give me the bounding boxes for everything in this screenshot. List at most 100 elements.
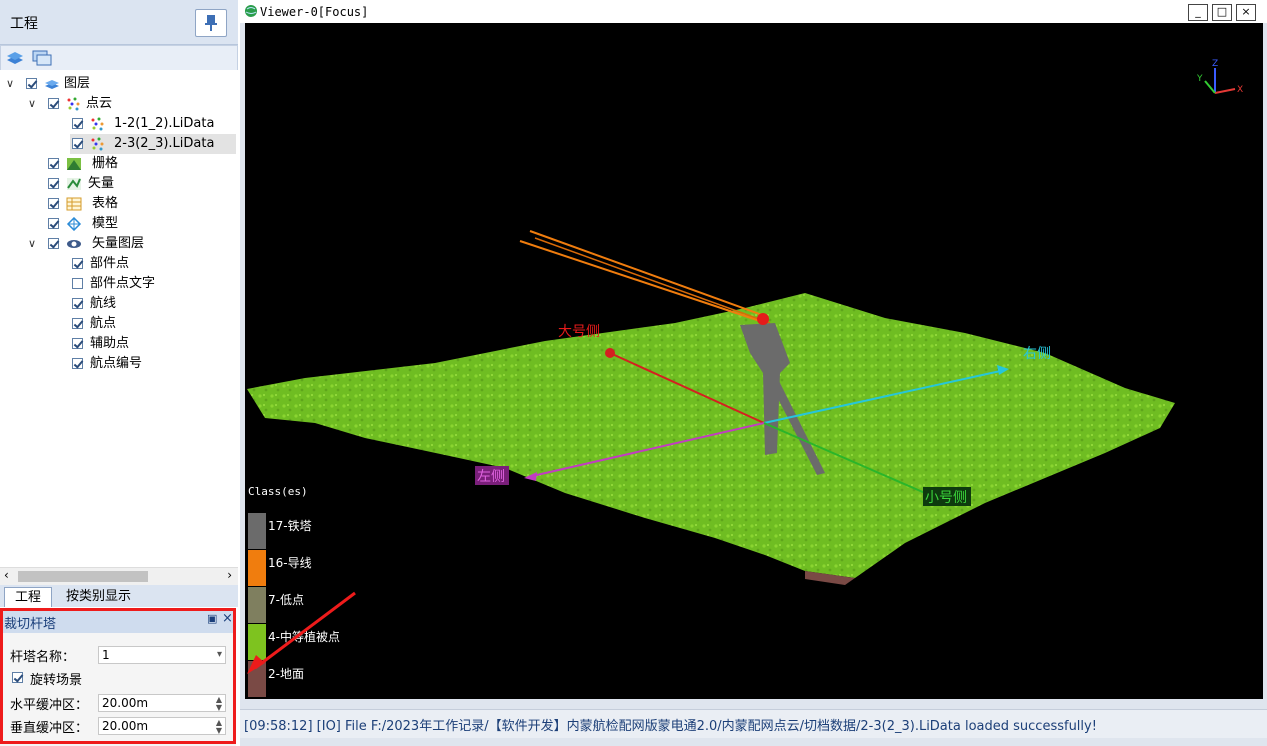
raster-checkbox[interactable]: [48, 158, 59, 169]
cut-tower-panel: 裁切杆塔 ▣ × 杆塔名称： 1 ▾ 旋转场景 水平缓冲区： 20.00m ▲ ▼…: [0, 609, 236, 746]
rotate-scene-checkbox[interactable]: [12, 672, 23, 683]
pin-button[interactable]: [195, 9, 227, 37]
axis-z-label: Z: [1212, 59, 1218, 69]
close-icon[interactable]: ×: [222, 611, 233, 626]
vector-layer-checkbox[interactable]: [48, 238, 59, 249]
tree-node-vector-layer[interactable]: ∨ 矢量图层: [0, 234, 236, 254]
v-buffer-value: 20.00m: [102, 719, 149, 733]
close-button[interactable]: ×: [1236, 4, 1256, 21]
viewer-window: Viewer-0[Focus] _ □ × Z X Y 大号侧 右侧 左侧 小号…: [240, 0, 1267, 746]
tree-node-label: 图层: [64, 76, 91, 91]
rotate-scene-label: 旋转场景: [30, 673, 83, 688]
tree-node-aux-point[interactable]: 辅助点: [0, 334, 236, 354]
waypoint-number-checkbox[interactable]: [72, 358, 83, 369]
globe-icon: [245, 5, 257, 17]
axis-y: [1204, 80, 1216, 94]
tower-name-value: 1: [102, 648, 110, 662]
spin-arrows-icon[interactable]: ▲ ▼: [216, 719, 222, 735]
legend-item-label: 16-导线: [268, 556, 312, 570]
tree-node-lidata-1-2[interactable]: 1-2(1_2).LiData: [0, 114, 236, 134]
small-side-label: 小号侧: [925, 490, 967, 506]
tower-name-label: 杆塔名称：: [10, 650, 76, 665]
tree-node-waypoint[interactable]: 航点: [0, 314, 236, 334]
tower-top-marker: [757, 313, 769, 325]
legend-title: Class(es): [248, 485, 308, 498]
legend-item-label: 17-铁塔: [268, 519, 312, 533]
scene-canvas[interactable]: Z X Y 大号侧 右侧 左侧 小号侧 Class(es) 17-铁塔 16-导…: [245, 23, 1263, 699]
viewer-title: Viewer-0[Focus]: [260, 5, 369, 19]
tree-node-label: 模型: [92, 216, 119, 231]
table-icon: [66, 197, 82, 211]
legend-swatch: [248, 550, 266, 586]
tree-node-part-point-text[interactable]: 部件点文字: [0, 274, 236, 294]
big-side-label: 大号侧: [558, 324, 600, 340]
legend-item-label: 2-地面: [268, 667, 304, 681]
part-point-text-checkbox[interactable]: [72, 278, 83, 289]
cut-tower-title: 裁切杆塔: [4, 617, 57, 632]
left-panel: 工程 ∨ 图层 ∨ 点云 1-2(1_2).LiData 2-3(2_3).Li…: [0, 0, 238, 746]
tree-node-label: 部件点: [90, 256, 130, 271]
tree-node-table[interactable]: 表格: [0, 194, 236, 214]
conductor-line: [529, 230, 766, 317]
tree-node-lidata-2-3[interactable]: 2-3(2_3).LiData: [70, 134, 236, 154]
model-icon: [66, 217, 82, 231]
tree-horizontal-scrollbar[interactable]: ‹ ›: [0, 567, 238, 585]
maximize-button[interactable]: □: [1212, 4, 1232, 21]
vector-checkbox[interactable]: [48, 178, 59, 189]
h-buffer-value: 20.00m: [102, 696, 149, 710]
tree-node-model[interactable]: 模型: [0, 214, 236, 234]
scroll-left-icon[interactable]: ‹: [4, 568, 9, 582]
tree-node-label: 栅格: [92, 156, 119, 171]
tree-node-point-cloud[interactable]: ∨ 点云: [0, 94, 236, 114]
pin-icon: [205, 15, 217, 31]
layers-checkbox[interactable]: [26, 78, 37, 89]
point-cloud-checkbox[interactable]: [48, 98, 59, 109]
layers-toolbar-icon[interactable]: [5, 49, 25, 67]
point-cloud-icon: [67, 97, 80, 111]
tree-node-label: 表格: [92, 196, 119, 211]
windows-toolbar-icon[interactable]: [31, 49, 53, 67]
model-checkbox[interactable]: [48, 218, 59, 229]
waypoint-checkbox[interactable]: [72, 318, 83, 329]
tree-node-vector[interactable]: 矢量: [0, 174, 236, 194]
status-bar: [09:58:12] [IO] File F:/2023年工作记录/【软件开发】…: [240, 709, 1267, 738]
tree-node-layers[interactable]: ∨ 图层: [0, 74, 236, 94]
tab-by-category[interactable]: 按类别显示: [56, 587, 141, 606]
expand-chevron-icon[interactable]: ∨: [28, 234, 40, 254]
part-point-checkbox[interactable]: [72, 258, 83, 269]
h-buffer-spinbox[interactable]: 20.00m ▲ ▼: [98, 694, 226, 712]
vector-icon: [67, 178, 81, 190]
tree-node-label: 2-3(2_3).LiData: [114, 136, 215, 151]
legend-swatch: [248, 624, 266, 660]
chevron-down-icon: ▾: [216, 649, 222, 660]
tree-node-label: 矢量: [88, 176, 115, 191]
tree-node-raster[interactable]: 栅格: [0, 154, 236, 174]
tab-project[interactable]: 工程: [4, 587, 53, 607]
layer-tree: ∨ 图层 ∨ 点云 1-2(1_2).LiData 2-3(2_3).LiDat…: [0, 70, 238, 566]
lidata-2-3-checkbox[interactable]: [72, 138, 83, 149]
point-cloud-file-icon: [91, 137, 104, 151]
lidata-1-2-checkbox[interactable]: [72, 118, 83, 129]
status-message: [09:58:12] [IO] File F:/2023年工作记录/【软件开发】…: [244, 719, 1097, 734]
raster-icon: [67, 158, 81, 170]
spin-arrows-icon[interactable]: ▲ ▼: [216, 696, 222, 712]
v-buffer-spinbox[interactable]: 20.00m ▲ ▼: [98, 717, 226, 735]
scroll-right-icon[interactable]: ›: [227, 568, 232, 582]
tree-node-waypoint-number[interactable]: 航点编号: [0, 354, 236, 374]
tree-node-label: 航点编号: [90, 356, 143, 371]
tower-name-select[interactable]: 1 ▾: [98, 646, 226, 664]
expand-chevron-icon[interactable]: ∨: [6, 74, 18, 94]
point-cloud-viewport[interactable]: Z X Y 大号侧 右侧 左侧 小号侧 Class(es) 17-铁塔 16-导…: [245, 23, 1263, 699]
axis-x-label: X: [1237, 85, 1243, 95]
project-panel-title: 工程: [10, 16, 38, 32]
float-window-icon[interactable]: ▣: [207, 612, 217, 625]
route-checkbox[interactable]: [72, 298, 83, 309]
tree-node-route[interactable]: 航线: [0, 294, 236, 314]
tree-node-label: 点云: [86, 96, 113, 111]
expand-chevron-icon[interactable]: ∨: [28, 94, 40, 114]
aux-point-checkbox[interactable]: [72, 338, 83, 349]
minimize-button[interactable]: _: [1188, 4, 1208, 21]
tree-node-part-point[interactable]: 部件点: [0, 254, 236, 274]
scrollbar-thumb[interactable]: [18, 571, 148, 582]
table-checkbox[interactable]: [48, 198, 59, 209]
